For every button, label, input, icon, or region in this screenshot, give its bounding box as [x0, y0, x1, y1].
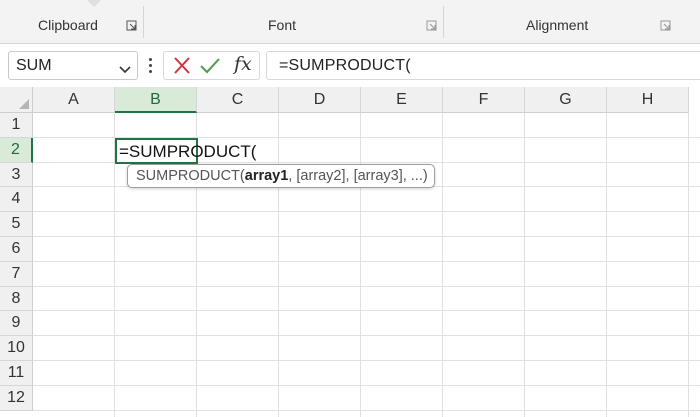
more-options-icon[interactable] — [145, 55, 155, 75]
gridline-horizontal — [33, 360, 700, 361]
row-header-6[interactable]: 6 — [0, 237, 33, 262]
row-header-11[interactable]: 11 — [0, 361, 33, 386]
gridline-vertical — [524, 113, 525, 417]
insert-function-icon[interactable]: fx — [234, 53, 252, 75]
row-header-3[interactable]: 3 — [0, 162, 33, 188]
select-all-corner[interactable] — [0, 87, 33, 113]
gridline-vertical — [360, 113, 361, 417]
ribbon-group-divider — [443, 6, 444, 38]
column-header-c[interactable]: C — [197, 87, 279, 113]
gridline-horizontal — [33, 310, 700, 312]
alignment-dialog-launcher-icon[interactable] — [660, 20, 671, 31]
ribbon-group-divider — [143, 6, 144, 38]
gridline-horizontal — [33, 409, 700, 411]
row-header-8[interactable]: 8 — [0, 286, 33, 312]
ribbon: Clipboard Font Alignment — [0, 0, 700, 44]
gridline-horizontal — [33, 260, 700, 262]
active-cell-b2[interactable]: =SUMPRODUCT( — [115, 137, 256, 164]
column-header-h[interactable]: H — [607, 87, 689, 113]
gridline-vertical — [278, 113, 279, 417]
active-cell-text: =SUMPRODUCT( — [119, 141, 257, 161]
column-header-f[interactable]: F — [443, 87, 525, 113]
clipboard-dialog-launcher-icon[interactable] — [126, 20, 137, 31]
row-header-10[interactable]: 10 — [0, 336, 33, 361]
tooltip-current-argument[interactable]: array1 — [245, 168, 289, 184]
tooltip-function-name[interactable]: SUMPRODUCT( — [136, 168, 245, 184]
gridline-vertical — [688, 113, 689, 417]
font-dialog-launcher-icon[interactable] — [426, 20, 437, 31]
gridline-horizontal — [33, 285, 700, 287]
row-header-9[interactable]: 9 — [0, 311, 33, 337]
column-header-e[interactable]: E — [361, 87, 443, 113]
row-header-2[interactable]: 2 — [0, 137, 33, 163]
row-header-12[interactable]: 12 — [0, 385, 33, 411]
gridline-horizontal — [33, 384, 700, 386]
cancel-icon[interactable] — [170, 55, 194, 77]
gridline-horizontal — [33, 211, 700, 213]
tooltip-other-arguments[interactable]: , [array2], [array3], ...) — [288, 168, 427, 184]
gridline-vertical — [606, 113, 607, 417]
ribbon-group-clipboard-label: Clipboard — [38, 17, 98, 33]
column-header-b[interactable]: B — [115, 87, 197, 113]
gridline-vertical — [442, 113, 443, 417]
ribbon-group-alignment-label: Alignment — [526, 17, 589, 33]
formula-text: =SUMPRODUCT( — [279, 57, 411, 74]
formula-bar-row: SUM fx =SUMPRODUCT( — [0, 45, 700, 87]
row-header-7[interactable]: 7 — [0, 261, 33, 287]
ribbon-group-font-label: Font — [268, 17, 297, 33]
row-header-5[interactable]: 5 — [0, 212, 33, 237]
name-box[interactable]: SUM — [8, 51, 138, 80]
function-arguments-tooltip[interactable]: SUMPRODUCT(array1, [array2], [array3], .… — [127, 164, 435, 188]
chevron-down-icon[interactable] — [119, 61, 131, 79]
enter-check-icon[interactable] — [198, 55, 222, 77]
gridline-horizontal — [33, 236, 700, 237]
gridline-horizontal — [33, 335, 700, 337]
row-header-1[interactable]: 1 — [0, 113, 33, 138]
column-header-g[interactable]: G — [525, 87, 607, 113]
column-header-a[interactable]: A — [33, 87, 115, 113]
formula-input[interactable]: =SUMPRODUCT( — [266, 51, 700, 80]
column-header-d[interactable]: D — [279, 87, 361, 113]
name-box-value: SUM — [16, 57, 52, 74]
spreadsheet-grid: A B C D E F G H 1 2 3 4 5 6 7 8 9 10 11 12 =SUMPRODUCT(SUMPR… — [0, 87, 700, 417]
row-header-4[interactable]: 4 — [0, 187, 33, 213]
ribbon-tab-indicator — [86, 0, 102, 8]
formula-bar-buttons: fx — [163, 51, 260, 80]
